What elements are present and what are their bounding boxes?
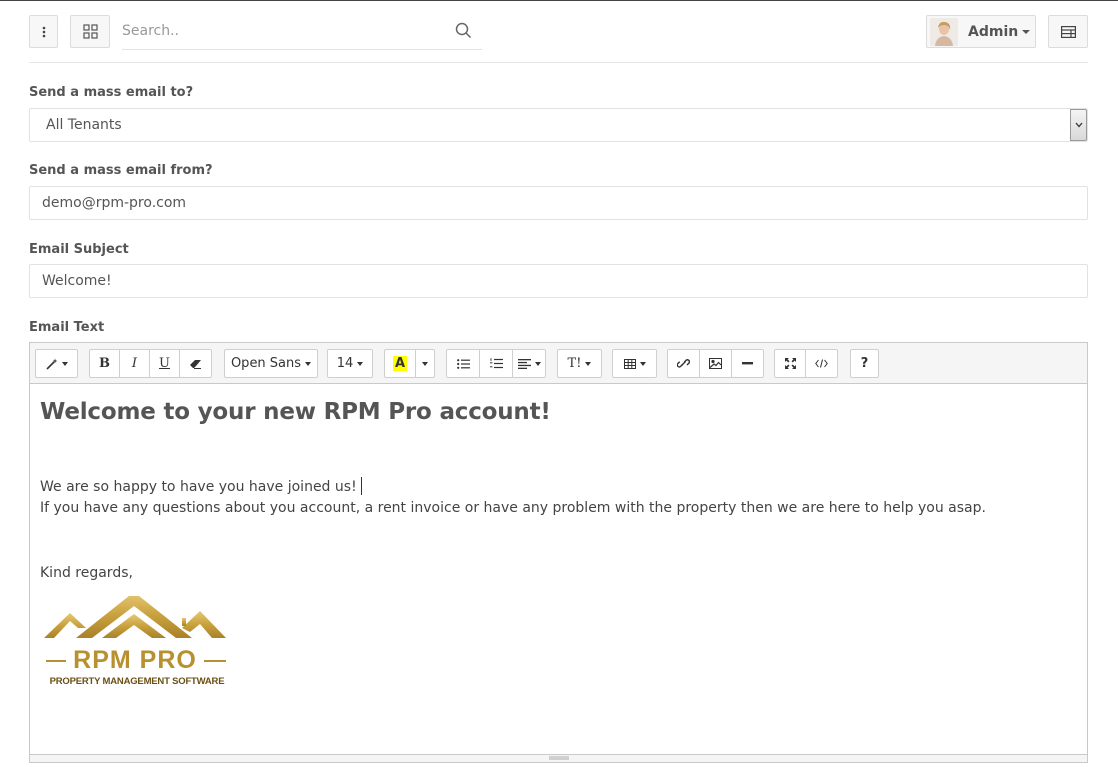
text-style-dropdown[interactable]: T! <box>557 349 602 378</box>
side-panel-button[interactable] <box>1048 15 1088 48</box>
code-view-button[interactable] <box>805 349 838 378</box>
subject-field[interactable]: Welcome! <box>29 264 1088 298</box>
chevron-down-icon <box>534 361 541 366</box>
table-group <box>612 349 657 378</box>
font-size-value: 14 <box>336 356 354 371</box>
subject-label: Email Subject <box>29 242 129 257</box>
chevron-down-icon <box>422 361 428 366</box>
logo-tagline: PROPERTY MANAGEMENT SOFTWARE <box>49 676 225 687</box>
table-icon <box>623 358 636 369</box>
text-color-button[interactable]: A <box>384 349 416 378</box>
insert-image-button[interactable] <box>699 349 732 378</box>
grid-view-button[interactable] <box>70 15 110 48</box>
font-family-dropdown[interactable]: Open Sans <box>224 349 318 378</box>
eraser-icon <box>190 359 201 369</box>
magic-style-button[interactable] <box>35 349 78 378</box>
top-bar: Admin <box>0 1 1118 63</box>
email-line-1: We are so happy to have you have joined … <box>40 477 362 495</box>
recipient-value: All Tenants <box>46 117 122 133</box>
fullscreen-icon <box>784 358 796 369</box>
email-editor: B I U Open Sans 14 A T! ? Welcome to you… <box>29 342 1088 763</box>
rpm-pro-logo: RPM PRO PROPERTY MANAGEMENT SOFTWARE <box>42 592 228 696</box>
bold-button[interactable]: B <box>89 349 120 378</box>
link-icon <box>677 359 690 368</box>
color-group: A <box>384 349 435 378</box>
bullet-list-button[interactable] <box>446 349 480 378</box>
chevron-down-icon <box>1075 122 1082 128</box>
email-text-label: Email Text <box>29 320 105 335</box>
user-name: Admin <box>968 23 1019 40</box>
text-height-icon: T! <box>567 356 582 371</box>
format-group: B I U <box>89 349 212 378</box>
style-group <box>35 349 78 378</box>
insert-link-button[interactable] <box>667 349 700 378</box>
line-height-group: T! <box>557 349 602 378</box>
dots-vertical-icon <box>42 26 45 37</box>
chevron-down-icon <box>305 361 312 366</box>
top-divider <box>29 62 1088 63</box>
avatar <box>930 17 958 46</box>
editor-toolbar: B I U Open Sans 14 A T! ? <box>30 343 1087 384</box>
minus-icon <box>742 362 753 365</box>
sender-field[interactable]: demo@rpm-pro.com <box>29 186 1088 220</box>
logo-name: RPM PRO <box>73 646 197 674</box>
horizontal-rule-button[interactable] <box>731 349 764 378</box>
table-dropdown[interactable] <box>612 349 657 378</box>
font-size-dropdown[interactable]: 14 <box>327 349 373 378</box>
recipient-label: Send a mass email to? <box>29 85 194 100</box>
search-box <box>122 15 482 50</box>
underline-button[interactable]: U <box>149 349 180 378</box>
chevron-down-icon <box>357 361 364 366</box>
italic-button[interactable]: I <box>119 349 150 378</box>
select-arrow[interactable] <box>1070 109 1087 141</box>
chevron-down-icon <box>61 361 68 366</box>
editor-resize-handle[interactable] <box>30 754 1087 762</box>
list-panel-icon <box>1060 25 1076 38</box>
align-left-icon <box>517 358 531 369</box>
view-group <box>774 349 838 378</box>
email-closing: Kind regards, <box>40 565 133 581</box>
editor-content[interactable]: Welcome to your new RPM Pro account! We … <box>40 384 1077 754</box>
text-cursor <box>360 477 362 495</box>
recipient-select[interactable]: All Tenants <box>29 108 1088 142</box>
font-family-value: Open Sans <box>230 356 302 371</box>
insert-group <box>667 349 764 378</box>
help-group: ? <box>850 349 879 378</box>
numbered-list-icon <box>489 358 503 369</box>
highlight-a-icon: A <box>392 356 408 371</box>
numbered-list-button[interactable] <box>479 349 513 378</box>
align-dropdown[interactable] <box>512 349 546 378</box>
sender-label: Send a mass email from? <box>29 163 213 178</box>
bullet-list-icon <box>456 358 470 369</box>
code-icon <box>815 359 828 368</box>
email-line-2: If you have any questions about you acco… <box>40 500 986 516</box>
user-menu-button[interactable]: Admin <box>926 15 1036 48</box>
chevron-down-icon <box>1022 29 1031 34</box>
color-dropdown-button[interactable] <box>415 349 435 378</box>
resize-grip-icon <box>548 756 569 760</box>
fullscreen-button[interactable] <box>774 349 806 378</box>
image-icon <box>709 358 722 369</box>
help-button[interactable]: ? <box>850 349 879 378</box>
font-name-group: Open Sans <box>224 349 318 378</box>
email-line-1-text: We are so happy to have you have joined … <box>40 479 357 495</box>
search-icon[interactable] <box>455 22 472 39</box>
paragraph-group <box>446 349 546 378</box>
more-menu-button[interactable] <box>29 15 58 48</box>
magic-wand-icon <box>45 358 57 370</box>
chevron-down-icon <box>585 361 592 366</box>
grid-icon <box>82 24 98 39</box>
chevron-down-icon <box>639 361 646 366</box>
font-size-group: 14 <box>327 349 373 378</box>
clear-format-button[interactable] <box>179 349 212 378</box>
search-input[interactable] <box>122 15 442 47</box>
email-heading: Welcome to your new RPM Pro account! <box>40 399 551 425</box>
